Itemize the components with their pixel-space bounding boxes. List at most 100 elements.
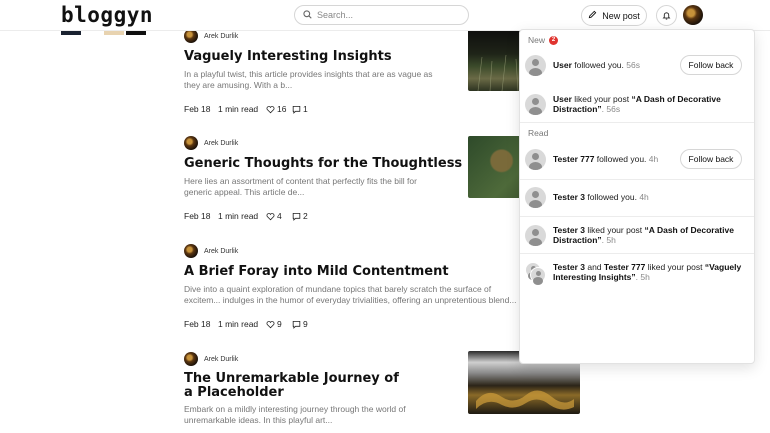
notification-user[interactable]: User [553, 94, 572, 104]
author-avatar[interactable] [184, 244, 198, 258]
like-count: 16 [277, 104, 287, 114]
heart-icon [266, 212, 275, 220]
article-card[interactable]: Arek Durlik Generic Thoughts for the Tho… [184, 136, 484, 221]
heart-icon [266, 320, 275, 328]
author-name[interactable]: Arek Durlik [204, 356, 238, 363]
section-label-new: New [528, 35, 546, 45]
article-date: Feb 18 [184, 319, 211, 329]
notification-time: . 56s [601, 104, 621, 114]
notifications-read-header: Read [528, 128, 548, 138]
notification-action: liked your post [571, 93, 632, 104]
follow-back-button[interactable]: Follow back [680, 55, 742, 75]
notification-action: followed you. [584, 191, 637, 202]
like-button[interactable]: 16 [266, 104, 292, 114]
search-icon [303, 6, 312, 24]
notification-action: followed you. [571, 59, 624, 70]
divider [520, 122, 754, 123]
notification-item[interactable]: User followed you. 56s Follow back [520, 54, 754, 76]
article-card[interactable]: Arek Durlik A Brief Foray into Mild Cont… [184, 244, 524, 329]
author-name[interactable]: Arek Durlik [204, 248, 238, 255]
article-card[interactable]: Arek Durlik Vaguely Interesting Insights… [184, 29, 484, 114]
search-input[interactable] [317, 10, 457, 20]
user-avatar-icon[interactable] [525, 54, 546, 76]
article-excerpt: Dive into a quaint exploration of mundan… [184, 284, 517, 305]
notification-action: liked your post [645, 261, 705, 272]
article-title[interactable]: Vaguely Interesting Insights [184, 49, 484, 64]
new-post-button[interactable]: New post [581, 5, 647, 26]
notification-item[interactable]: Tester 3 and Tester 777 liked your post … [520, 260, 754, 285]
notifications-button[interactable] [656, 5, 677, 26]
article-excerpt: Embark on a mildly interesting journey t… [184, 404, 406, 425]
comment-count: 1 [303, 104, 308, 114]
article-title-line: The Unremarkable Journey of [184, 371, 399, 386]
comment-count: 9 [303, 319, 308, 329]
article-title[interactable]: Generic Thoughts for the Thoughtless [184, 156, 484, 171]
group-avatar-icon[interactable] [525, 261, 546, 285]
notification-user[interactable]: User [553, 60, 572, 70]
like-count: 9 [277, 319, 282, 329]
article-title-line: a Placeholder [184, 385, 284, 400]
article-excerpt: Here lies an assortment of content that … [184, 176, 417, 197]
author-avatar[interactable] [184, 136, 198, 150]
top-navbar: bloggyn New post [0, 0, 770, 31]
read-time: 1 min read [218, 104, 259, 114]
bell-icon [662, 7, 671, 25]
author-avatar[interactable] [184, 29, 198, 43]
comments-button[interactable]: 9 [292, 319, 308, 329]
author-avatar[interactable] [184, 352, 198, 366]
like-button[interactable]: 9 [266, 319, 292, 329]
notification-time: 56s [623, 59, 640, 70]
logo[interactable]: bloggyn [61, 3, 153, 27]
notification-user[interactable]: Tester 777 [553, 154, 594, 164]
notification-time: 4h [646, 153, 659, 164]
comment-icon [292, 320, 301, 329]
notification-action: liked your post [584, 224, 645, 235]
article-card[interactable]: Arek Durlik The Unremarkable Journey of … [184, 352, 484, 426]
user-avatar-icon[interactable] [525, 224, 546, 246]
follow-back-button[interactable]: Follow back [680, 149, 742, 169]
author-row[interactable]: Arek Durlik [184, 352, 484, 366]
divider [520, 179, 754, 180]
notification-text: Tester 3 followed you. 4h [553, 192, 703, 203]
notification-action: followed you. [594, 153, 647, 164]
divider [520, 216, 754, 217]
notification-time: . 5h [635, 272, 650, 282]
comments-button[interactable]: 2 [292, 211, 308, 221]
new-count-badge: 2 [549, 35, 559, 45]
article-date: Feb 18 [184, 104, 211, 114]
notification-item[interactable]: Tester 3 followed you. 4h [520, 186, 754, 208]
comments-button[interactable]: 1 [292, 104, 308, 114]
notification-user[interactable]: Tester 3 [553, 192, 585, 202]
article-meta: Feb 18 1 min read 9 9 [184, 319, 524, 329]
user-avatar-icon[interactable] [525, 93, 546, 115]
like-button[interactable]: 4 [266, 211, 292, 221]
notification-text: Tester 3 liked your post “A Dash of Deco… [553, 225, 738, 246]
divider [520, 253, 754, 254]
heart-icon [266, 105, 275, 113]
author-row[interactable]: Arek Durlik [184, 136, 484, 150]
user-avatar-icon[interactable] [525, 148, 546, 170]
author-name[interactable]: Arek Durlik [204, 33, 238, 40]
notification-item[interactable]: User liked your post “A Dash of Decorati… [520, 92, 754, 116]
search-box[interactable] [294, 5, 469, 25]
comment-icon [292, 212, 301, 221]
notification-item[interactable]: Tester 777 followed you. 4h Follow back [520, 148, 754, 170]
article-meta: Feb 18 1 min read 4 2 [184, 211, 484, 221]
notification-user[interactable]: Tester 777 [604, 262, 645, 272]
article-title[interactable]: The Unremarkable Journey of a Placeholde… [184, 372, 484, 400]
user-avatar-icon[interactable] [525, 186, 546, 208]
notification-conjunction: and [584, 261, 604, 272]
notification-user[interactable]: Tester 3 [553, 262, 585, 272]
user-avatar[interactable] [683, 5, 703, 25]
notification-user[interactable]: Tester 3 [553, 225, 585, 235]
notification-item[interactable]: Tester 3 liked your post “A Dash of Deco… [520, 223, 754, 247]
author-row[interactable]: Arek Durlik [184, 29, 484, 43]
author-row[interactable]: Arek Durlik [184, 244, 524, 258]
notifications-dropdown: New 2 User followed you. 56s Follow back… [519, 29, 755, 364]
notification-text: User liked your post “A Dash of Decorati… [553, 94, 723, 115]
article-title[interactable]: A Brief Foray into Mild Contentment [184, 264, 524, 279]
read-time: 1 min read [218, 319, 259, 329]
author-name[interactable]: Arek Durlik [204, 140, 238, 147]
article-meta: Feb 18 1 min read 16 1 [184, 104, 484, 114]
comment-count: 2 [303, 211, 308, 221]
